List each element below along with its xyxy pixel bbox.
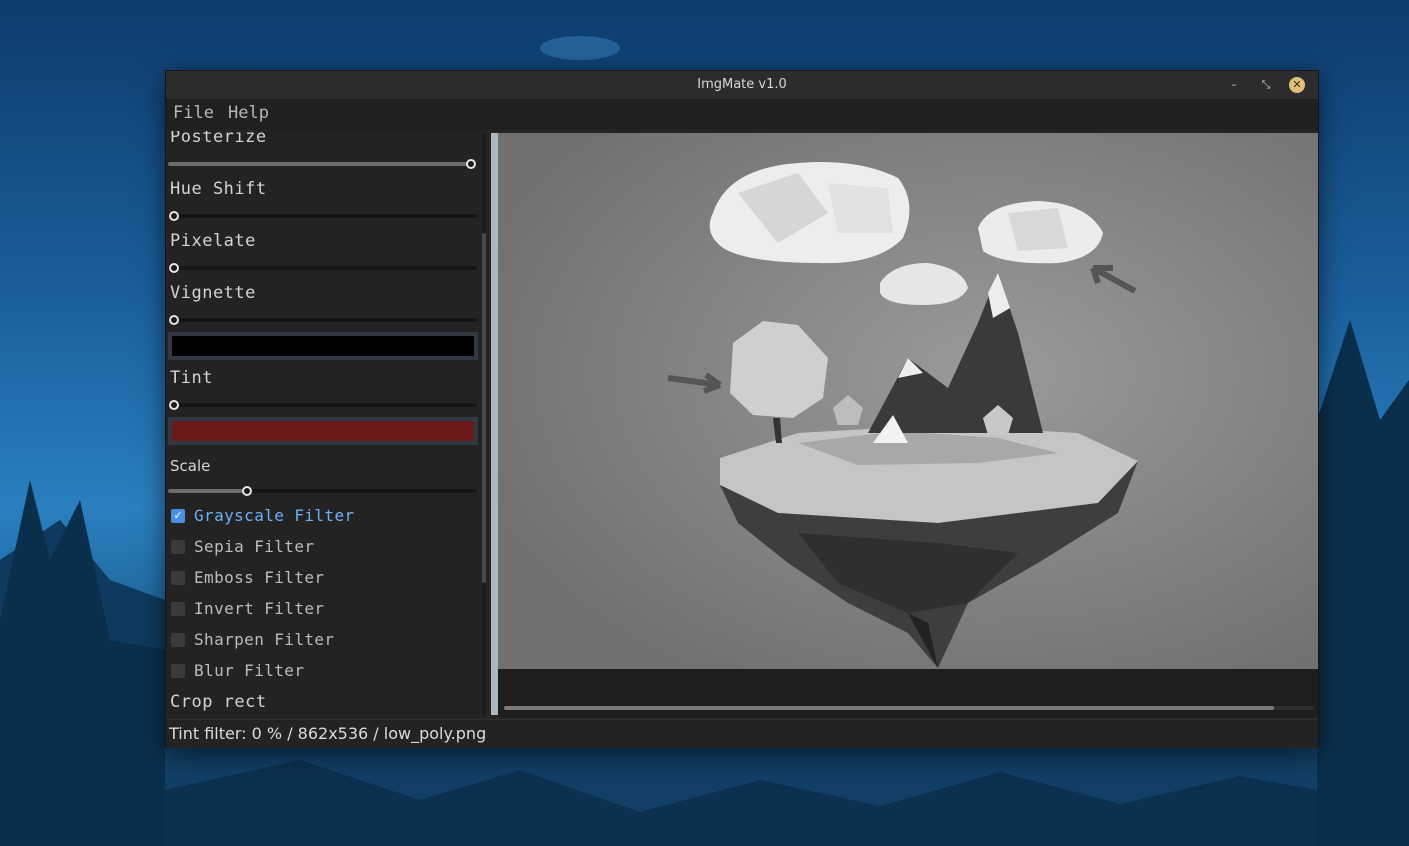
close-icon[interactable]: ✕ — [1289, 77, 1305, 93]
sharpen-filter-label[interactable]: Sharpen Filter — [194, 630, 334, 649]
posterize-slider-handle[interactable] — [466, 159, 476, 169]
posterize-slider-fill — [168, 162, 472, 166]
posterize-label: Posterize — [170, 131, 267, 147]
posterize-slider[interactable] — [168, 162, 477, 166]
blur-filter-checkbox[interactable] — [171, 664, 185, 678]
tint-label: Tint — [170, 368, 213, 388]
low-poly-island-image — [498, 133, 1318, 669]
sepia-filter-checkbox[interactable] — [171, 540, 185, 554]
app-window: ImgMate v1.0 – ⤡ ✕ File Help Posterize H… — [165, 70, 1319, 748]
vignette-color-swatch[interactable] — [172, 336, 474, 356]
emboss-filter-checkbox[interactable] — [171, 571, 185, 585]
vignette-slider[interactable] — [168, 318, 477, 322]
invert-filter-label[interactable]: Invert Filter — [194, 599, 324, 618]
pixelate-label: Pixelate — [170, 231, 256, 251]
pixelate-slider-handle[interactable] — [169, 263, 179, 273]
title-bar: ImgMate v1.0 – ⤡ ✕ — [166, 71, 1318, 100]
crop-rect-label: Crop rect — [170, 692, 267, 712]
grayscale-filter-label[interactable]: Grayscale Filter — [194, 506, 355, 525]
image-preview — [498, 133, 1318, 669]
scale-slider-handle[interactable] — [242, 486, 252, 496]
tint-slider-handle[interactable] — [169, 400, 179, 410]
grayscale-filter-checkbox[interactable]: ✓ — [171, 509, 185, 523]
maximize-icon[interactable]: ⤡ — [1257, 76, 1275, 94]
panel-splitter[interactable] — [491, 133, 498, 715]
hue-shift-slider[interactable] — [168, 214, 477, 218]
tint-slider[interactable] — [168, 403, 477, 407]
status-text: Tint filter: 0 % / 862x536 / low_poly.pn… — [169, 724, 487, 743]
scale-slider[interactable] — [168, 489, 477, 493]
vignette-label: Vignette — [170, 283, 256, 303]
preview-horizontal-scrollbar[interactable] — [504, 706, 1314, 710]
blur-filter-label[interactable]: Blur Filter — [194, 661, 304, 680]
panel-scrollbar-thumb[interactable] — [482, 233, 486, 583]
preview-horizontal-scrollbar-thumb[interactable] — [504, 706, 1274, 710]
pixelate-slider[interactable] — [168, 266, 477, 270]
tint-color-picker[interactable] — [168, 417, 478, 445]
menu-help[interactable]: Help — [228, 103, 269, 123]
menu-bar: File Help — [166, 100, 1318, 130]
hue-shift-label: Hue Shift — [170, 179, 267, 199]
panel-scrollbar[interactable] — [482, 133, 486, 717]
invert-filter-checkbox[interactable] — [171, 602, 185, 616]
minimize-icon[interactable]: – — [1225, 76, 1243, 94]
window-title: ImgMate v1.0 — [697, 77, 787, 92]
sepia-filter-label[interactable]: Sepia Filter — [194, 537, 314, 556]
sharpen-filter-checkbox[interactable] — [171, 633, 185, 647]
emboss-filter-label[interactable]: Emboss Filter — [194, 568, 324, 587]
tint-color-swatch[interactable] — [172, 421, 474, 441]
scale-label: Scale — [170, 457, 211, 475]
status-bar: Tint filter: 0 % / 862x536 / low_poly.pn… — [166, 719, 1318, 748]
controls-panel: Posterize Hue Shift Pixelate Vignette Ti… — [166, 131, 484, 719]
hue-shift-slider-handle[interactable] — [169, 211, 179, 221]
menu-file[interactable]: File — [173, 103, 214, 123]
vignette-slider-handle[interactable] — [169, 315, 179, 325]
vignette-color-picker[interactable] — [168, 332, 478, 360]
scale-slider-fill — [168, 489, 247, 493]
